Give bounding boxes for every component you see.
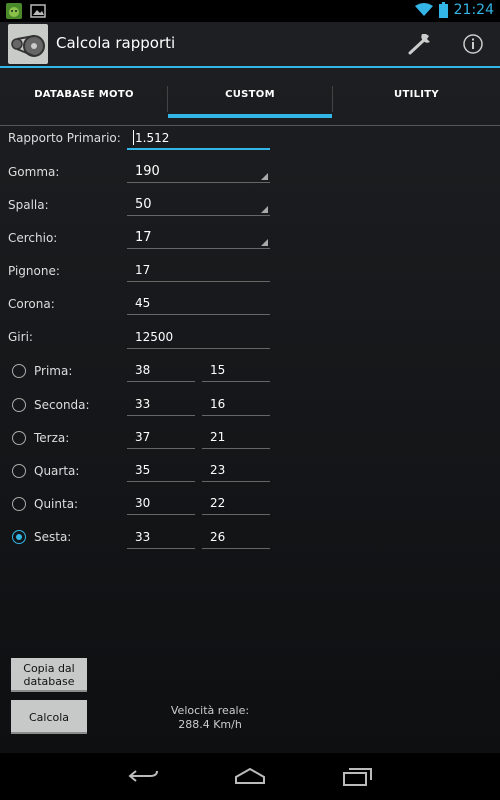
- rapporto-primario-value: 1.512: [135, 131, 170, 145]
- gear-pinion-value: 37: [135, 430, 151, 444]
- spalla-value: 50: [135, 197, 152, 212]
- cerchio-spinner[interactable]: 17: [127, 227, 270, 249]
- text-cursor: [133, 130, 134, 145]
- navigation-bar: [0, 753, 500, 800]
- gomma-value: 190: [135, 164, 160, 179]
- gear-radio-terza[interactable]: [12, 431, 26, 445]
- gear-label: Seconda:: [34, 398, 90, 412]
- gear-crown-value: 23: [210, 463, 226, 477]
- spalla-label: Spalla:: [8, 198, 49, 212]
- gear-crown-input[interactable]: 15: [202, 360, 270, 382]
- corona-value: 45: [135, 296, 151, 310]
- cerchio-value: 17: [135, 230, 152, 245]
- cerchio-label: Cerchio:: [8, 231, 58, 245]
- gear-pinion-value: 33: [135, 530, 151, 544]
- pignone-input[interactable]: 17: [127, 260, 270, 282]
- gear-radio-quarta[interactable]: [12, 464, 26, 478]
- gear-radio-quinta[interactable]: [12, 497, 26, 511]
- gear-crown-input[interactable]: 26: [202, 527, 270, 549]
- gomma-label: Gomma:: [8, 165, 60, 179]
- clock: 21:24: [453, 2, 494, 18]
- real-speed-label: Velocità reale:: [170, 704, 250, 717]
- giri-label: Giri:: [8, 330, 33, 344]
- giri-value: 12500: [135, 330, 174, 344]
- battery-icon: [438, 2, 448, 18]
- giri-input[interactable]: 12500: [127, 327, 270, 349]
- gear-crown-value: 15: [210, 363, 226, 377]
- recent-apps-icon[interactable]: [340, 763, 376, 789]
- gear-crown-value: 26: [210, 530, 226, 544]
- wrench-icon[interactable]: [404, 30, 436, 58]
- gear-pinion-value: 30: [135, 496, 151, 510]
- gear-crown-input[interactable]: 22: [202, 493, 270, 515]
- gear-pinion-input[interactable]: 35: [127, 460, 195, 482]
- android-notification-icon: [6, 3, 22, 19]
- gear-crown-value: 22: [210, 496, 226, 510]
- app-title: Calcola rapporti: [56, 34, 176, 52]
- gomma-spinner[interactable]: 190: [127, 161, 270, 183]
- wifi-icon: [414, 3, 433, 16]
- action-bar: Calcola rapporti: [0, 22, 500, 68]
- home-icon[interactable]: [232, 763, 268, 789]
- gear-label: Quinta:: [34, 497, 79, 511]
- gear-crown-value: 21: [210, 430, 226, 444]
- gear-pinion-input[interactable]: 33: [127, 527, 195, 549]
- spalla-spinner[interactable]: 50: [127, 194, 270, 216]
- gear-radio-sesta[interactable]: [12, 530, 26, 544]
- spinner-arrow-icon: [261, 206, 268, 213]
- tab-custom[interactable]: CUSTOM: [168, 76, 332, 118]
- main-content: DATABASE MOTO CUSTOM UTILITY Rapporto Pr…: [0, 68, 500, 753]
- tabs-underline: [0, 125, 500, 126]
- tab-utility[interactable]: UTILITY: [333, 76, 500, 118]
- gear-crown-input[interactable]: 23: [202, 460, 270, 482]
- gear-label: Terza:: [34, 431, 70, 445]
- spinner-arrow-icon: [261, 173, 268, 180]
- gear-label: Prima:: [34, 364, 73, 378]
- gear-radio-seconda[interactable]: [12, 398, 26, 412]
- gear-radio-prima[interactable]: [12, 364, 26, 378]
- rapporto-primario-input[interactable]: 1.512: [127, 128, 270, 150]
- real-speed-value: 288.4 Km/h: [178, 718, 242, 731]
- gear-pinion-value: 33: [135, 397, 151, 411]
- gear-pinion-input[interactable]: 37: [127, 427, 195, 449]
- sprocket-chain-app-icon[interactable]: [8, 24, 48, 64]
- calculate-button[interactable]: Calcola: [11, 700, 87, 734]
- gear-pinion-input[interactable]: 30: [127, 493, 195, 515]
- corona-label: Corona:: [8, 297, 55, 311]
- gear-pinion-input[interactable]: 33: [127, 394, 195, 416]
- tab-bar: DATABASE MOTO CUSTOM UTILITY: [0, 76, 500, 126]
- gear-pinion-input[interactable]: 38: [127, 360, 195, 382]
- gear-label: Quarta:: [34, 464, 80, 478]
- rapporto-primario-label: Rapporto Primario:: [8, 131, 121, 145]
- image-notification-icon: [30, 4, 46, 18]
- gear-crown-value: 16: [210, 397, 226, 411]
- tab-database-moto[interactable]: DATABASE MOTO: [0, 76, 168, 118]
- back-icon[interactable]: [126, 763, 162, 789]
- gear-label: Sesta:: [34, 530, 72, 544]
- gear-pinion-value: 35: [135, 463, 151, 477]
- spinner-arrow-icon: [261, 239, 268, 246]
- pignone-label: Pignone:: [8, 264, 60, 278]
- gear-pinion-value: 38: [135, 363, 151, 377]
- gear-crown-input[interactable]: 21: [202, 427, 270, 449]
- info-icon[interactable]: [458, 30, 488, 58]
- pignone-value: 17: [135, 263, 151, 277]
- status-bar: 21:24: [0, 0, 500, 22]
- corona-input[interactable]: 45: [127, 293, 270, 315]
- copy-from-database-button[interactable]: Copia dal database: [11, 658, 87, 692]
- gear-crown-input[interactable]: 16: [202, 394, 270, 416]
